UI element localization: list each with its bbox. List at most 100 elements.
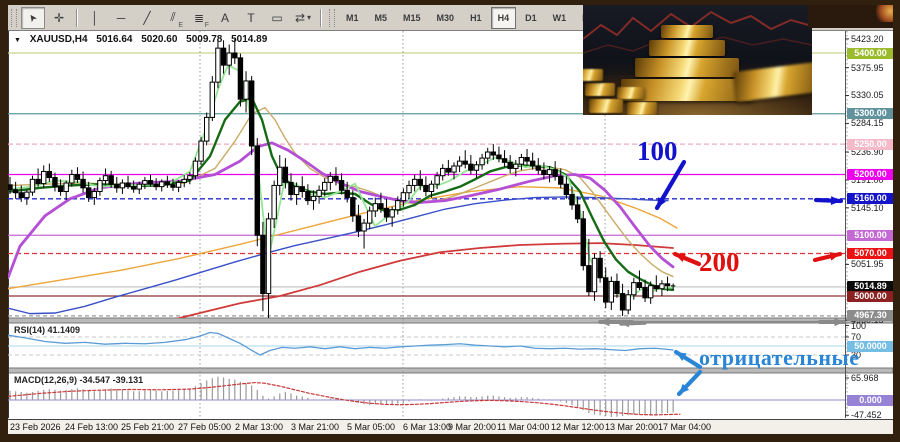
candle <box>278 155 282 195</box>
time-axis-label: 23 Feb 2026 <box>10 422 61 432</box>
timeframe-M1[interactable]: M1 <box>339 7 366 29</box>
axis-price-badge: 5160.00 <box>847 193 894 204</box>
timeframe-W1[interactable]: W1 <box>546 7 574 29</box>
gold-bar-small <box>589 99 623 113</box>
timeframe-H4[interactable]: H4 <box>491 7 517 29</box>
text-icon[interactable]: A <box>213 7 237 29</box>
candle <box>126 176 130 189</box>
candle <box>412 175 416 192</box>
horizontal-line-icon[interactable]: ─ <box>109 7 133 29</box>
low-value: 5009.78 <box>186 34 222 45</box>
candle <box>508 155 512 173</box>
frame-corner <box>808 0 900 28</box>
timeframe-M30[interactable]: M30 <box>430 7 462 29</box>
candle <box>64 181 68 200</box>
candle <box>165 176 169 188</box>
fibonacci-icon[interactable]: ≣F <box>187 7 211 29</box>
time-axis-label: 6 Mar 13:00 <box>403 422 451 432</box>
candle <box>47 164 51 182</box>
candle <box>525 149 529 165</box>
rsi-label: RSI(14) 41.1409 <box>14 325 80 335</box>
axis-price-badge: 0.000 <box>847 395 894 406</box>
candle <box>36 168 40 186</box>
axis-tick-label: 5284.15 <box>851 118 895 129</box>
time-axis-label: 27 Feb 05:00 <box>178 422 231 432</box>
axis-tick-label: 5375.95 <box>851 63 895 74</box>
trendline-icon[interactable]: ╱ <box>135 7 159 29</box>
candle <box>244 71 248 112</box>
gold-bar-small <box>627 102 657 115</box>
candle <box>604 267 608 308</box>
cursor-icon[interactable]: ➤ <box>21 7 45 29</box>
candle <box>581 211 585 271</box>
candle <box>306 184 310 205</box>
candle <box>598 251 602 283</box>
macd-label: MACD(12,26,9) -34.547 -39.131 <box>14 375 143 385</box>
open-value: 5016.64 <box>96 34 132 45</box>
candle <box>238 54 242 107</box>
timeframe-M15[interactable]: M15 <box>396 7 428 29</box>
axis-tick-label: 65.968 <box>851 373 895 384</box>
candle <box>210 76 214 121</box>
candle <box>182 175 186 187</box>
time-axis-label: 2 Mar 13:00 <box>235 422 283 432</box>
candle <box>519 154 523 170</box>
candle <box>373 198 377 217</box>
annotation-200: 200 <box>699 247 740 278</box>
axis-price-badge: 4967.30 <box>847 310 894 321</box>
toolbar-grip[interactable] <box>11 9 17 27</box>
time-axis-label: 3 Mar 21:00 <box>291 422 339 432</box>
candle <box>115 177 119 193</box>
ma-purple <box>8 143 673 278</box>
timeframe-M5[interactable]: M5 <box>368 7 395 29</box>
axis-tick-label: 5330.05 <box>851 90 895 101</box>
time-axis-label: 12 Mar 12:00 <box>551 422 604 432</box>
axis-price-badge: 5400.00 <box>847 48 894 59</box>
candle <box>469 155 473 174</box>
candle <box>626 290 630 314</box>
crosshair-icon[interactable]: ✛ <box>47 7 71 29</box>
equidistant-channel-icon[interactable]: ⫽E <box>161 7 185 29</box>
toolbar-separator <box>320 9 322 27</box>
ohlc-info-line[interactable]: ▼ XAUUSD,H4 5016.64 5020.60 5009.78 5014… <box>14 34 273 45</box>
axis-tick-label: 5145.10 <box>851 203 895 214</box>
candle <box>266 213 270 319</box>
symbol-label: XAUUSD,H4 <box>30 34 88 45</box>
candle <box>75 167 79 183</box>
candle <box>480 154 484 170</box>
candle <box>227 44 231 74</box>
symbol-dropdown-icon[interactable]: ▼ <box>14 37 21 44</box>
candle <box>620 284 624 316</box>
timeframe-group: M1M5M15M30H1H4D1W1MN <box>338 7 604 29</box>
candle <box>463 150 467 168</box>
vertical-line-icon[interactable]: │ <box>83 7 107 29</box>
candle <box>317 185 321 203</box>
high-value: 5020.60 <box>141 34 177 45</box>
axis-price-badge: 5070.00 <box>847 248 894 259</box>
gold-bar-small <box>583 69 603 81</box>
candle <box>249 76 253 155</box>
time-axis-label: 13 Mar 20:00 <box>605 422 658 432</box>
candle <box>98 178 102 196</box>
annotation-100: 100 <box>637 136 678 167</box>
candle <box>457 156 461 172</box>
candle <box>154 178 158 190</box>
candle <box>30 176 34 196</box>
time-axis[interactable]: 23 Feb 202624 Feb 13:0025 Feb 21:0027 Fe… <box>8 419 893 435</box>
candle <box>497 147 501 163</box>
shapes-icon[interactable]: ▭ <box>265 7 289 29</box>
candle <box>474 161 478 178</box>
trading-terminal-window: ➤✛ │─╱⫽E≣FAT▭⇄▾ M1M5M15M30H1H4D1W1MN ▼ XA… <box>0 0 900 442</box>
arrows-icon[interactable]: ⇄▾ <box>291 7 315 29</box>
gold-bar-small <box>617 87 645 99</box>
timeframe-D1[interactable]: D1 <box>518 7 544 29</box>
candle <box>660 280 664 296</box>
toolbar-grip-2[interactable] <box>329 9 335 27</box>
toolbar-separator <box>76 9 78 27</box>
timeframe-H1[interactable]: H1 <box>463 7 489 29</box>
time-axis-label: 24 Feb 13:00 <box>65 422 118 432</box>
candle <box>407 181 411 199</box>
axis-price-badge: 5300.00 <box>847 108 894 119</box>
gold-bar <box>649 40 725 56</box>
text-label-icon[interactable]: T <box>239 7 263 29</box>
